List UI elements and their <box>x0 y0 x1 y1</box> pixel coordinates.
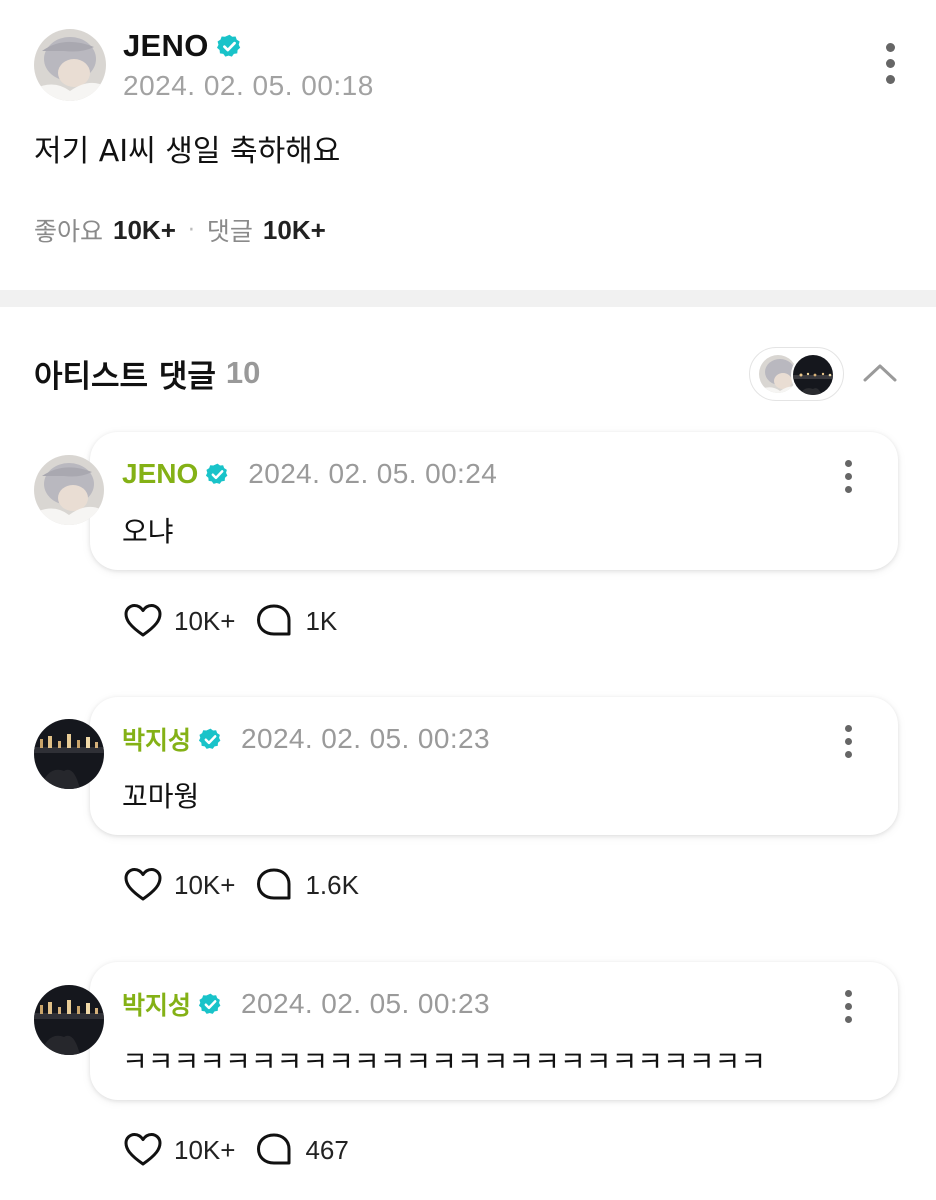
comment-actions: 10K+ 1K <box>124 601 357 641</box>
like-count: 10K+ <box>174 869 236 900</box>
comment-actions: 10K+ 467 <box>124 1130 369 1170</box>
reply-count: 467 <box>305 1134 349 1165</box>
likes-label: 좋아요 <box>34 217 104 246</box>
section-divider <box>0 290 936 307</box>
like-count: 10K+ <box>174 1134 236 1165</box>
more-vertical-icon[interactable] <box>838 725 858 758</box>
comment-bubble-icon[interactable] <box>255 603 293 639</box>
post-body: 저기 AI씨 생일 축하해요 <box>34 134 341 169</box>
comment-avatar[interactable] <box>34 719 104 789</box>
comment-bubble: 박지성 2024. 02. 05. 00:23 꼬마웡 <box>90 697 898 835</box>
verified-badge-icon <box>198 728 221 749</box>
comments-count[interactable]: 10K+ <box>263 215 326 246</box>
post-timestamp: 2024. 02. 05. 00:18 <box>123 70 374 101</box>
comment-bubble: JENO 2024. 02. 05. 00:24 오냐 <box>90 432 898 570</box>
verified-badge-icon <box>216 34 240 57</box>
verified-badge-icon <box>198 993 221 1014</box>
comment-timestamp: 2024. 02. 05. 00:23 <box>241 723 490 754</box>
heart-icon[interactable] <box>124 1132 162 1168</box>
comment-author[interactable]: 박지성 <box>122 986 191 1022</box>
comment-avatar[interactable] <box>34 985 104 1055</box>
comment-actions: 10K+ 1.6K <box>124 865 379 905</box>
like-count: 10K+ <box>174 605 236 636</box>
artist-comments-header: 아티스트 댓글 10 <box>34 352 261 395</box>
post-card: JENO 2024. 02. 05. 00:18 저기 AI씨 생일 축하해요 … <box>0 0 936 290</box>
reply-count: 1.6K <box>305 869 359 900</box>
comment-author[interactable]: JENO <box>122 458 198 490</box>
reply-count: 1K <box>305 605 338 636</box>
author-avatar[interactable] <box>34 29 106 101</box>
author-name[interactable]: JENO <box>123 28 209 64</box>
comment-timestamp: 2024. 02. 05. 00:24 <box>248 458 498 489</box>
comment-text: 꼬마웡 <box>122 780 200 813</box>
heart-icon[interactable] <box>124 867 162 903</box>
likes-count[interactable]: 10K+ <box>113 215 176 246</box>
artist-avatar-stack[interactable] <box>749 347 844 401</box>
comment-text: 오냐 <box>122 515 174 548</box>
avatar <box>791 353 835 397</box>
more-vertical-icon[interactable] <box>838 460 858 493</box>
stat-separator: · <box>187 217 195 243</box>
comments-label: 댓글 <box>206 217 253 246</box>
comment-avatar[interactable] <box>34 455 104 525</box>
more-vertical-icon[interactable] <box>880 43 900 84</box>
post-stats: 좋아요 10K+ · 댓글 10K+ <box>34 212 326 248</box>
comment-timestamp: 2024. 02. 05. 00:23 <box>241 988 490 1019</box>
comment-bubble: 박지성 2024. 02. 05. 00:23 ㅋㅋㅋㅋㅋㅋㅋㅋㅋㅋㅋㅋㅋㅋㅋㅋ… <box>90 962 898 1100</box>
comment-text: ㅋㅋㅋㅋㅋㅋㅋㅋㅋㅋㅋㅋㅋㅋㅋㅋㅋㅋㅋㅋㅋㅋㅋㅋㅋ <box>122 1045 767 1078</box>
comment-bubble-icon[interactable] <box>255 1132 293 1168</box>
comment-author[interactable]: 박지성 <box>122 721 191 757</box>
chevron-up-icon[interactable] <box>860 356 900 390</box>
comment-bubble-icon[interactable] <box>255 867 293 903</box>
section-count: 10 <box>225 355 261 390</box>
heart-icon[interactable] <box>124 603 162 639</box>
verified-badge-icon <box>206 463 228 484</box>
more-vertical-icon[interactable] <box>838 990 858 1023</box>
section-title: 아티스트 댓글 <box>34 358 216 395</box>
